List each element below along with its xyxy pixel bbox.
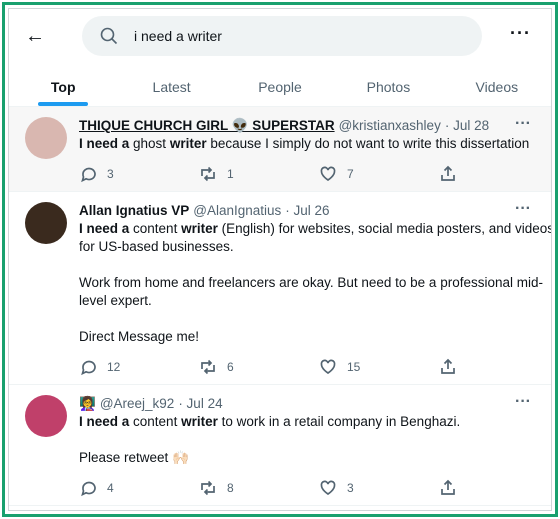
tweet[interactable]: 👩‍🏫 @Areej_k92 · Jul 24 I need a content w… <box>9 385 551 506</box>
like-button[interactable]: 7 <box>319 165 439 183</box>
tweet-list: THIQUE CHURCH GIRL 👽 SUPERSTAR @kristianx… <box>9 107 551 506</box>
tweet-paragraph: Work from home and freelancers are okay.… <box>79 274 551 310</box>
like-count: 3 <box>347 481 354 495</box>
more-options-icon[interactable]: ··· <box>515 200 531 218</box>
share-button[interactable] <box>439 479 551 497</box>
author-handle[interactable]: @kristianxashley <box>339 117 441 135</box>
like-count: 15 <box>347 360 361 374</box>
tweet-text: I need a content writer to work in a ret… <box>79 413 551 467</box>
reply-count: 4 <box>107 481 114 495</box>
share-button[interactable] <box>439 358 551 376</box>
highlight: I need a <box>79 136 130 151</box>
like-button[interactable]: 3 <box>319 479 439 497</box>
retweet-icon <box>201 166 215 182</box>
search-box[interactable] <box>82 16 482 56</box>
more-options-icon[interactable]: ··· <box>515 393 531 411</box>
reply-icon <box>81 167 96 183</box>
tab-people[interactable]: People <box>226 69 334 106</box>
tweet-paragraph: I need a content writer to work in a ret… <box>79 413 551 431</box>
like-icon <box>320 480 336 495</box>
reply-count: 3 <box>107 167 114 181</box>
more-options-icon[interactable]: ··· <box>515 115 531 133</box>
tweet-actions: 3 1 7 <box>79 165 551 183</box>
more-options-icon[interactable]: ··· <box>510 23 531 44</box>
tweet-date[interactable]: · Jul 28 <box>445 117 489 135</box>
search-results-page: ← ··· TopLatestPeoplePhotosVideos THIQUE… <box>8 8 552 511</box>
share-icon <box>441 165 455 181</box>
window-frame: ← ··· TopLatestPeoplePhotosVideos THIQUE… <box>2 2 558 517</box>
tweet-actions: 12 6 15 <box>79 358 551 376</box>
text: content <box>129 221 182 236</box>
author-name[interactable]: 👩‍🏫 <box>79 395 96 413</box>
avatar[interactable] <box>25 202 67 244</box>
tweet-text: I need a ghost writer because I simply d… <box>79 135 551 153</box>
tab-videos[interactable]: Videos <box>443 69 551 106</box>
tweet[interactable]: Allan Ignatius VP @AlanIgnatius · Jul 26 I… <box>9 192 551 385</box>
back-arrow-icon[interactable]: ← <box>25 25 45 48</box>
header: ← ··· <box>9 9 551 69</box>
author-handle[interactable]: @Areej_k92 <box>100 395 175 413</box>
tab-latest[interactable]: Latest <box>117 69 225 106</box>
text: Work from home and freelancers are okay.… <box>79 275 543 308</box>
text: Direct Message me! <box>79 329 200 344</box>
tweet-text: I need a content writer (English) for we… <box>79 220 551 346</box>
search-tabs: Top Latest People Photos Videos <box>9 69 551 107</box>
share-icon <box>441 479 455 495</box>
author-name[interactable]: THIQUE CHURCH GIRL 👽 SUPERSTAR <box>79 117 335 135</box>
text: Please retweet 🙌🏻 <box>79 450 189 465</box>
highlight: writer <box>181 221 218 236</box>
text: content <box>129 414 182 429</box>
avatar[interactable] <box>25 395 67 437</box>
share-button[interactable] <box>439 165 551 183</box>
retweet-icon <box>201 480 215 496</box>
tweet-paragraph: I need a ghost writer because I simply d… <box>79 135 551 153</box>
tweet-date[interactable]: · Jul 26 <box>285 202 329 220</box>
retweet-button[interactable]: 6 <box>199 358 319 376</box>
reply-icon <box>81 481 96 497</box>
retweet-icon <box>201 359 215 375</box>
highlight: writer <box>181 414 218 429</box>
tweet-actions: 4 8 3 <box>79 479 551 497</box>
author-name[interactable]: Allan Ignatius VP <box>79 202 189 220</box>
like-button[interactable]: 15 <box>319 358 439 376</box>
reply-button[interactable]: 12 <box>79 358 199 376</box>
reply-button[interactable]: 3 <box>79 165 199 183</box>
highlight: I need a <box>79 414 130 429</box>
text: ghost <box>129 136 170 151</box>
reply-button[interactable]: 4 <box>79 479 199 497</box>
like-icon <box>320 359 336 374</box>
author-handle[interactable]: @AlanIgnatius <box>193 202 281 220</box>
tweet-paragraph: I need a content writer (English) for we… <box>79 220 551 256</box>
reply-icon <box>81 360 96 376</box>
like-count: 7 <box>347 167 354 181</box>
tweet[interactable]: THIQUE CHURCH GIRL 👽 SUPERSTAR @kristianx… <box>9 107 551 192</box>
tweet-date[interactable]: · Jul 24 <box>178 395 222 413</box>
share-icon <box>441 358 455 374</box>
retweet-button[interactable]: 1 <box>199 165 319 183</box>
retweet-count: 6 <box>227 360 234 374</box>
like-icon <box>320 166 336 181</box>
tweet-paragraph: Please retweet 🙌🏻 <box>79 449 551 467</box>
retweet-button[interactable]: 8 <box>199 479 319 497</box>
reply-count: 12 <box>107 360 121 374</box>
text: because I simply do not want to write th… <box>206 136 530 151</box>
tab-top[interactable]: Top <box>9 69 117 106</box>
tab-photos[interactable]: Photos <box>334 69 442 106</box>
highlight: I need a <box>79 221 130 236</box>
avatar[interactable] <box>25 117 67 159</box>
retweet-count: 1 <box>227 167 234 181</box>
text: to work in a retail company in Benghazi. <box>217 414 461 429</box>
tweet-paragraph: Direct Message me! <box>79 328 551 346</box>
highlight: writer <box>169 136 207 151</box>
retweet-count: 8 <box>227 481 234 495</box>
search-icon <box>100 27 118 45</box>
search-input[interactable] <box>134 28 434 44</box>
